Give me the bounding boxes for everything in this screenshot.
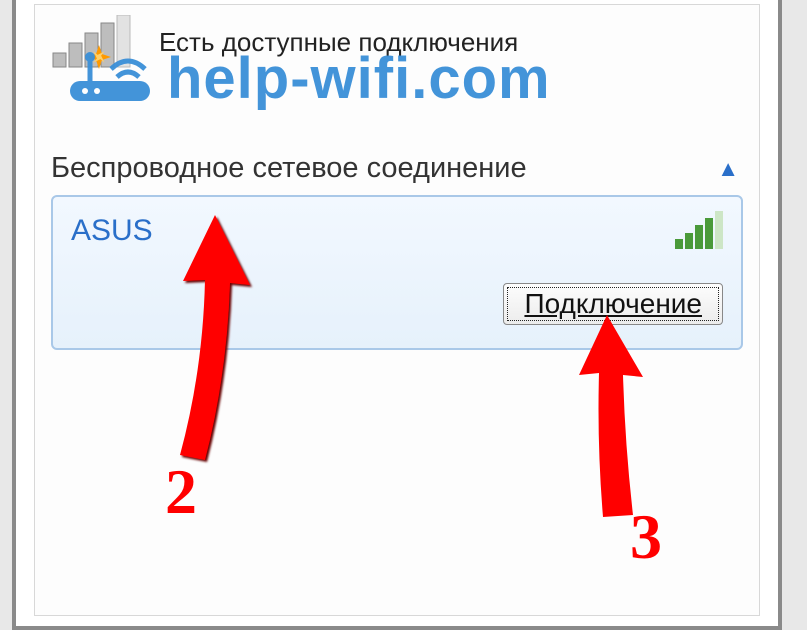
wifi-flyout-panel: Есть доступные подключения help-wifi.com… bbox=[34, 4, 760, 616]
connect-button[interactable]: Подключение bbox=[503, 283, 723, 325]
annotation-label-3: 3 bbox=[630, 500, 662, 574]
header-row: Есть доступные подключения bbox=[51, 13, 743, 70]
wireless-section-title: Беспроводное сетевое соединение bbox=[51, 152, 527, 185]
network-ssid: ASUS bbox=[71, 214, 153, 248]
status-text: Есть доступные подключения bbox=[159, 27, 518, 58]
wireless-section-header[interactable]: Беспроводное сетевое соединение ▲ bbox=[51, 148, 743, 195]
network-item[interactable]: ASUS Подключение bbox=[51, 195, 743, 350]
chevron-up-icon: ▲ bbox=[717, 156, 739, 182]
signal-strength-icon bbox=[675, 211, 723, 251]
signal-available-icon bbox=[51, 15, 141, 70]
annotation-label-2: 2 bbox=[165, 455, 197, 529]
